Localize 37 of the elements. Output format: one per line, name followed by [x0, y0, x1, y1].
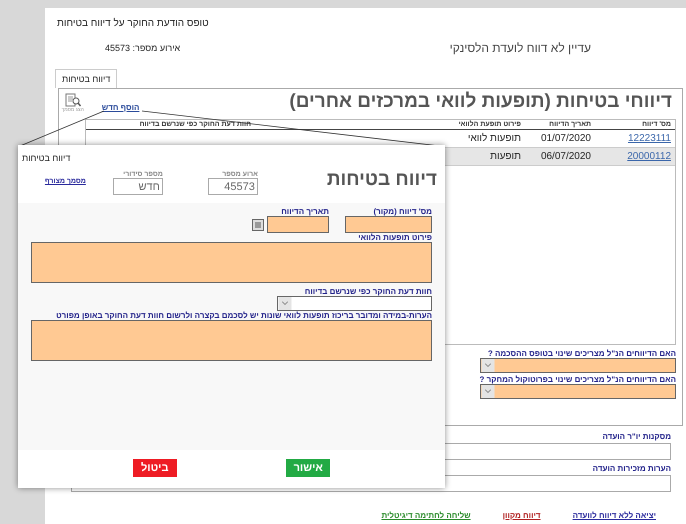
event-number: אירוע מספר: 45573 [105, 43, 180, 53]
field-label: חוות דעת החוקר כפי שנרשם בדיווח [304, 287, 432, 296]
dropdown[interactable] [277, 296, 432, 311]
form-title: טופס הודעת החוקר על דיווח בטיחות [57, 18, 209, 29]
question-label: האם הדיווחים הנ"ל מצריכים שינוי בטופס ההסכמה ? [486, 349, 676, 358]
table-cell: 06/07/2020 [525, 148, 595, 166]
tab[interactable]: דיווח בטיחות [55, 69, 118, 88]
dropdown[interactable] [480, 384, 676, 399]
footer-link[interactable]: שליחה לחתימה דיגיטלית [381, 511, 471, 520]
dialog-heading: דיווח בטיחות [326, 168, 437, 192]
document-search-icon[interactable] [64, 93, 81, 107]
question-label: האם הדיווחים הנ"ל מצריכים שינוי בפרוטוקול המחקר ? [480, 375, 676, 384]
field-label: הערות מזכירות הועדה [592, 464, 671, 473]
field-label: תאריך הדיווח [280, 207, 329, 216]
field-label: פירוט תופעות הלוואי [357, 233, 432, 242]
field-label: מס' דיווח (מקור) [372, 207, 432, 216]
dialog-title: דיווח בטיחות [22, 153, 70, 163]
text-area[interactable] [31, 320, 432, 361]
footer-link[interactable]: דיווח מקוון [502, 511, 541, 520]
chevron-icon [278, 297, 292, 310]
status-text: עדיין לא דווח לועדת הלסינקי [450, 41, 591, 55]
cancel-button[interactable]: ביטול [132, 459, 177, 477]
calendar-icon[interactable] [252, 218, 264, 230]
input-field[interactable]: חדש [112, 178, 163, 195]
table-cell: 20000112 [595, 148, 675, 166]
footer-link[interactable]: יציאה ללא דיווח לוועדה [572, 511, 656, 520]
input-field[interactable]: 45573 [208, 178, 258, 195]
field-label: מסקנות יו"ר הועדה [602, 432, 671, 441]
chevron-icon [481, 359, 495, 372]
chevron-icon [481, 385, 495, 398]
date-field[interactable] [267, 216, 329, 233]
input-field[interactable] [345, 216, 432, 233]
section-heading: דיווחי בטיחות (תופעות לוואי במרכזים אחרים) [289, 91, 672, 113]
text-area[interactable] [31, 242, 432, 283]
field-label: הערות-במידה ומדובר בריכוז תופעות לוואי שונות יש לסכמם בקצרה ולרשום חוות דעת החוקר באופן מפורט [55, 311, 432, 320]
dropdown[interactable] [480, 358, 676, 373]
add-new-link[interactable]: הוסף חדש [102, 103, 140, 112]
